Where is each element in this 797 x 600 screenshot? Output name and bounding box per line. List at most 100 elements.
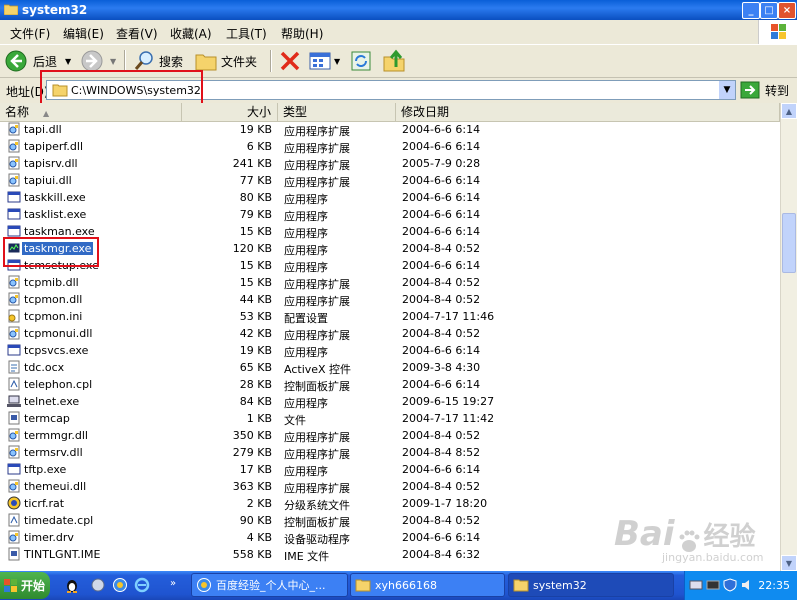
file-row[interactable]: tapisrv.dll 241 KB 应用程序扩展 2005-7-9 0:28	[0, 155, 780, 172]
delete-button[interactable]	[278, 49, 302, 73]
title-bar[interactable]: system32 _ □ ×	[0, 0, 797, 20]
file-row[interactable]: tasklist.exe 79 KB 应用程序 2004-6-6 6:14	[0, 206, 780, 223]
file-row[interactable]: tapiui.dll 77 KB 应用程序扩展 2004-6-6 6:14	[0, 172, 780, 189]
minimize-button[interactable]: _	[742, 2, 760, 19]
menu-tools[interactable]: 工具(T)	[226, 25, 267, 42]
file-name: telnet.exe	[24, 395, 80, 408]
file-row[interactable]: taskman.exe 15 KB 应用程序 2004-6-6 6:14	[0, 223, 780, 240]
maximize-button[interactable]: □	[760, 2, 778, 19]
file-row[interactable]: tftp.exe 17 KB 应用程序 2004-6-6 6:14	[0, 461, 780, 478]
sync-button[interactable]	[350, 49, 372, 73]
windows-logo	[758, 20, 797, 44]
ie-icon[interactable]	[134, 577, 150, 593]
file-row[interactable]: tcpsvcs.exe 19 KB 应用程序 2004-6-6 6:14	[0, 342, 780, 359]
file-size: 53 KB	[239, 310, 272, 323]
back-dropdown-icon[interactable]: ▼	[65, 57, 71, 66]
close-button[interactable]: ×	[778, 2, 796, 19]
file-row[interactable]: termcap 1 KB 文件 2004-7-17 11:42	[0, 410, 780, 427]
column-type[interactable]: 类型	[278, 103, 396, 121]
taskbar-item-system32[interactable]: system32	[508, 573, 674, 597]
go-button[interactable]: 转到	[740, 80, 789, 100]
column-modified[interactable]: 修改日期	[396, 103, 780, 121]
file-size: 44 KB	[239, 293, 272, 306]
file-size: 1 KB	[246, 412, 272, 425]
quicklaunch-expand-icon[interactable]: »	[170, 578, 176, 589]
exe-file-icon	[7, 343, 21, 357]
dll-file-icon	[7, 530, 21, 544]
file-row[interactable]: tcpmon.dll 44 KB 应用程序扩展 2004-8-4 0:52	[0, 291, 780, 308]
file-row[interactable]: tcpmib.dll 15 KB 应用程序扩展 2004-8-4 0:52	[0, 274, 780, 291]
file-row[interactable]: tcpmon.ini 53 KB 配置设置 2004-7-17 11:46	[0, 308, 780, 325]
file-type: 应用程序扩展	[284, 159, 350, 172]
file-row[interactable]: termmgr.dll 350 KB 应用程序扩展 2004-8-4 0:52	[0, 427, 780, 444]
generic-file-icon	[7, 547, 21, 561]
shield-icon[interactable]	[723, 578, 737, 592]
file-size: 363 KB	[232, 480, 272, 493]
exe-file-icon	[7, 462, 21, 476]
file-date: 2004-8-4 0:52	[402, 514, 481, 527]
taskmgr-highlight-box	[3, 237, 99, 267]
keyboard-icon[interactable]	[706, 578, 720, 592]
address-dropdown-button[interactable]: ▼	[719, 81, 735, 99]
file-type: 配置设置	[284, 312, 328, 325]
file-row[interactable]: ticrf.rat 2 KB 分级系统文件 2009-1-7 18:20	[0, 495, 780, 512]
menu-help[interactable]: 帮助(H)	[281, 25, 323, 42]
menu-edit[interactable]: 编辑(E)	[63, 25, 104, 42]
menu-file[interactable]: 文件(F)	[10, 25, 50, 42]
file-row[interactable]: tapi.dll 19 KB 应用程序扩展 2004-6-6 6:14	[0, 121, 780, 138]
security-guard-icon[interactable]	[90, 577, 106, 593]
file-name: taskkill.exe	[24, 191, 86, 204]
file-type: 应用程序	[284, 210, 328, 223]
file-type: 应用程序扩展	[284, 142, 350, 155]
file-type: 应用程序扩展	[284, 482, 350, 495]
folders-button[interactable]: 文件夹	[194, 49, 257, 73]
toolbar-separator	[270, 50, 272, 72]
folder-icon	[513, 579, 529, 592]
scroll-up-button[interactable]: ▲	[781, 103, 797, 119]
speaker-icon[interactable]	[740, 578, 754, 592]
ini-file-icon	[7, 309, 21, 323]
file-name: telephon.cpl	[24, 378, 93, 391]
file-size: 241 KB	[232, 157, 272, 170]
taskbar: 开始 » 百度经验_个人中心_... xyh666168 system32 22…	[0, 571, 797, 600]
file-name: tftp.exe	[24, 463, 67, 476]
taskbar-item-browser[interactable]: 百度经验_个人中心_...	[191, 573, 348, 597]
scroll-thumb[interactable]	[782, 213, 796, 273]
forward-dropdown-icon[interactable]: ▼	[110, 57, 116, 66]
file-row[interactable]: tapiperf.dll 6 KB 应用程序扩展 2004-6-6 6:14	[0, 138, 780, 155]
qq-penguin-icon[interactable]	[64, 577, 80, 593]
column-size[interactable]: 大小	[182, 103, 278, 121]
file-row[interactable]: tcmsetup.exe 15 KB 应用程序 2004-6-6 6:14	[0, 257, 780, 274]
taskbar-item-folder[interactable]: xyh666168	[350, 573, 505, 597]
back-label: 后退	[33, 54, 58, 69]
network-icon[interactable]	[689, 578, 703, 592]
browser-icon[interactable]	[112, 577, 128, 593]
file-list[interactable]: 名称 ▲ 大小 类型 修改日期 tapi.dll 19 KB 应用程序扩展 2004-6…	[0, 103, 797, 571]
file-row[interactable]: telnet.exe 84 KB 应用程序 2009-6-15 19:27	[0, 393, 780, 410]
file-date: 2004-6-6 6:14	[402, 140, 481, 153]
taskbar-item-label: xyh666168	[375, 578, 437, 592]
exe-file-icon	[7, 207, 21, 221]
file-row[interactable]: tdc.ocx 65 KB ActiveX 控件 2009-3-8 4:30	[0, 359, 780, 376]
menu-view[interactable]: 查看(V)	[116, 25, 158, 42]
file-name: termcap	[24, 412, 70, 425]
file-size: 558 KB	[232, 548, 272, 561]
file-row[interactable]: taskkill.exe 80 KB 应用程序 2004-6-6 6:14	[0, 189, 780, 206]
menu-bar: 文件(F) 编辑(E) 查看(V) 收藏(A) 工具(T) 帮助(H)	[0, 20, 797, 45]
start-button[interactable]: 开始	[0, 572, 50, 599]
file-row[interactable]: tcpmonui.dll 42 KB 应用程序扩展 2004-8-4 0:52	[0, 325, 780, 342]
vertical-scrollbar[interactable]: ▲ ▼	[780, 103, 797, 571]
file-type: 应用程序	[284, 346, 328, 359]
file-size: 15 KB	[239, 259, 272, 272]
file-row[interactable]: telephon.cpl 28 KB 控制面板扩展 2004-6-6 6:14	[0, 376, 780, 393]
views-dropdown-icon[interactable]: ▼	[334, 57, 340, 66]
file-date: 2004-8-4 0:52	[402, 480, 481, 493]
menu-favorites[interactable]: 收藏(A)	[170, 25, 212, 42]
column-name[interactable]: 名称 ▲	[0, 103, 182, 121]
file-row[interactable]: taskmgr.exe 120 KB 应用程序 2004-8-4 0:52	[0, 240, 780, 257]
file-row[interactable]: termsrv.dll 279 KB 应用程序扩展 2004-8-4 8:52	[0, 444, 780, 461]
views-button[interactable]: ▼	[308, 49, 340, 73]
file-row[interactable]: themeui.dll 363 KB 应用程序扩展 2004-8-4 0:52	[0, 478, 780, 495]
up-folder-button[interactable]	[382, 49, 406, 73]
baidu-watermark: Bai 经验 jingyan.baidu.com	[614, 514, 784, 572]
